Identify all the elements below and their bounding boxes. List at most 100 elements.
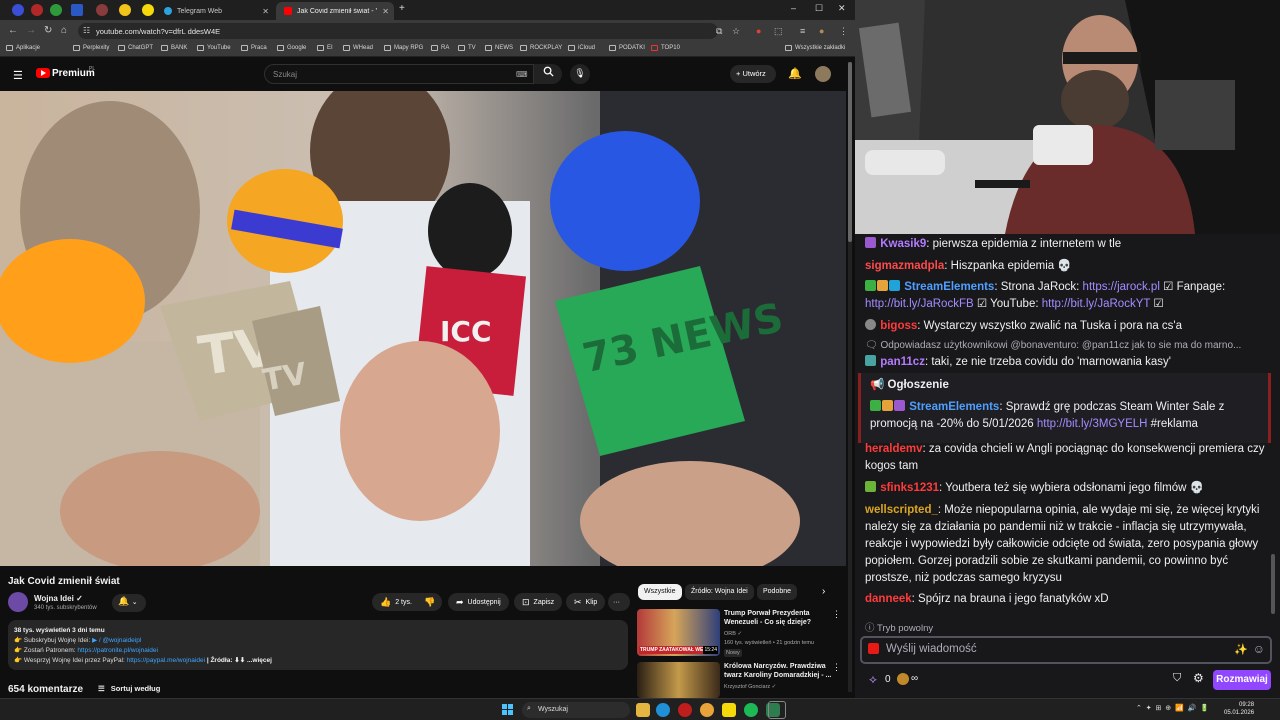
chat-link[interactable]: http://bit.ly/3MGYELH (1037, 418, 1148, 430)
pinned-tab-icon[interactable] (119, 4, 131, 16)
chat-username[interactable]: heraldemv (865, 443, 923, 455)
more-actions-button[interactable]: ··· (608, 593, 630, 611)
chip-source[interactable]: Źródło: Wojna Idei (685, 584, 754, 600)
subscription-bell-button[interactable]: 🔔 ⌄ (112, 594, 146, 612)
chip-similar[interactable]: Podobne (757, 584, 798, 600)
pinned-tab-icon[interactable] (12, 4, 24, 16)
channel-points-icon[interactable] (897, 673, 909, 685)
close-tab-icon[interactable]: ✕ (382, 7, 389, 16)
chat-username[interactable]: wellscripted_ (865, 504, 938, 516)
bookmark-item[interactable]: Praca (241, 45, 267, 51)
search-button[interactable] (534, 64, 562, 84)
extension-icon[interactable]: ● (756, 26, 761, 36)
more-vert-icon[interactable]: ⋮ (832, 609, 841, 620)
emote-picker-icon[interactable]: ☺ (1253, 642, 1265, 656)
bookmark-item[interactable]: Mapy RPG (384, 45, 423, 51)
chat-username[interactable]: StreamElements (904, 281, 994, 293)
avatar[interactable] (815, 66, 831, 82)
video-thumbnail[interactable]: TRUMP ZAATAKOWAŁ WEN 15:24 (637, 609, 720, 656)
desc-link[interactable]: https://patronite.pl/wojnaidei (77, 647, 158, 654)
reply-context[interactable]: 🗨 Odpowiadasz użytkownikowi @bonaventuro… (865, 340, 1270, 351)
extensions-puzzle-icon[interactable]: ⬚ (774, 26, 783, 37)
bookmark-item[interactable]: ROCKPLAY (520, 45, 562, 51)
save-button[interactable]: ⊡ Zapisz (514, 593, 563, 611)
search-input[interactable]: Szukaj (264, 64, 534, 84)
bookmark-item[interactable]: Aplikacje (6, 45, 40, 51)
youtube-logo-icon[interactable] (36, 68, 50, 78)
clip-button[interactable]: ✂ Klip (566, 593, 606, 611)
browser-menu-icon[interactable]: ⋮ (839, 26, 848, 37)
tab-youtube[interactable]: Jak Covid zmienił świat - Yo ✕ (276, 2, 394, 20)
shield-icon[interactable]: ⛉ (1173, 672, 1181, 685)
new-tab-button[interactable]: + (399, 3, 405, 14)
star-icon[interactable]: ☆ (732, 26, 740, 37)
bookmark-item[interactable]: EI (317, 45, 333, 51)
chat-link[interactable]: http://bit.ly/JaRockYT (1042, 298, 1150, 310)
pinned-tab-icon[interactable] (31, 4, 43, 16)
bookmark-item[interactable]: iCloud (568, 45, 595, 51)
bookmark-item[interactable]: YouTube (197, 45, 231, 51)
thumbs-up-icon[interactable]: 👍 (380, 597, 391, 608)
chat-input[interactable]: Wyślij wiadomość ✨ ☺ (860, 636, 1272, 664)
chat-username[interactable]: StreamElements (909, 401, 999, 413)
sort-comments-button[interactable]: ☰ Sortuj według (98, 684, 160, 693)
clock[interactable]: 09:28 05.01.2026 (1224, 701, 1254, 717)
gear-icon[interactable]: ⚙ (1193, 671, 1204, 685)
create-button[interactable]: + Utwórz (730, 65, 776, 83)
bookmark-item[interactable]: Google (277, 45, 306, 51)
desc-link[interactable]: https://paypal.me/wojnaidei (127, 657, 205, 664)
voice-search-button[interactable]: 🎙 (570, 64, 590, 84)
reload-icon[interactable]: ↻ (44, 25, 52, 36)
bookmark-item[interactable]: TV (458, 45, 476, 51)
bookmark-item[interactable]: WHead (343, 45, 373, 51)
close-tab-icon[interactable]: ✕ (262, 7, 269, 16)
keyboard-icon[interactable]: ⌨ (516, 70, 528, 79)
show-more[interactable]: | Źródła: ⬇⬇ ...więcej (205, 657, 272, 664)
bookmark-item[interactable]: NEWS (485, 45, 513, 51)
page-scrollbar-thumb[interactable] (848, 62, 852, 242)
pinned-tab-icon[interactable] (142, 4, 154, 16)
chat-username[interactable]: Kwasik9 (880, 238, 926, 250)
back-arrow-icon[interactable]: ← (8, 25, 18, 36)
pinned-tab-icon[interactable] (71, 4, 83, 16)
tab-telegram[interactable]: Telegram Web ✕ (156, 2, 274, 20)
media-control-icon[interactable]: ≡ (800, 26, 805, 36)
url-field[interactable]: youtube.com/watch?v=dfrL ddesW4E (78, 23, 718, 39)
notifications-bell-icon[interactable]: 🔔 (788, 67, 802, 80)
channel-name[interactable]: Wojna Idei ✓ (34, 594, 83, 603)
windows-start-icon[interactable] (502, 704, 514, 716)
chat-link[interactable]: https://jarock.pl (1083, 281, 1160, 293)
install-icon[interactable]: ⧉ (716, 26, 722, 37)
channel-avatar[interactable] (8, 592, 28, 612)
system-tray[interactable]: ⌃ ✦ ⊞ ⊕ 📶 🔊 🔋 (1136, 704, 1209, 712)
bookmark-item[interactable]: TOP10 (651, 45, 680, 51)
chat-send-button[interactable]: Rozmawiaj (1213, 670, 1271, 690)
opera-icon[interactable] (678, 703, 692, 717)
share-button[interactable]: ➦ Udostępnij (448, 593, 509, 611)
bookmark-item[interactable]: Perplexity (73, 45, 109, 51)
bookmark-item[interactable]: BANK (161, 45, 187, 51)
profile-icon[interactable]: ● (819, 26, 824, 36)
forward-arrow-icon[interactable]: → (26, 25, 36, 36)
bookmark-item[interactable]: RA (431, 45, 449, 51)
chrome-icon[interactable] (700, 703, 714, 717)
video-description[interactable]: 38 tys. wyświetleń 3 dni temu 👉 Subskryb… (8, 620, 628, 670)
more-vert-icon[interactable]: ⋮ (832, 662, 841, 673)
chip-all[interactable]: Wszystkie (638, 584, 682, 600)
desc-link[interactable]: ▶ / @wojnaideipl (92, 637, 141, 644)
chat-username[interactable]: bigoss (880, 320, 917, 332)
camera-icon[interactable] (868, 643, 879, 654)
bits-icon[interactable]: ⟡ (869, 672, 877, 687)
taskbar-search[interactable]: ⌕ Wyszukaj (522, 702, 630, 718)
bookmark-item[interactable]: PODATKI (609, 45, 645, 51)
chat-username[interactable]: pan11cz (880, 356, 925, 368)
like-count[interactable]: 2 tys. (395, 599, 412, 606)
close-window-button[interactable]: ✕ (838, 3, 846, 14)
chat-username[interactable]: sigmazmadpla (865, 260, 944, 272)
maximize-button[interactable]: ☐ (815, 3, 823, 14)
pinned-tab-icon[interactable] (96, 4, 108, 16)
edge-icon[interactable] (656, 703, 670, 717)
video-player[interactable]: TV TV ICC 73 NEWS (0, 91, 846, 566)
file-explorer-icon[interactable] (636, 703, 650, 717)
notes-icon[interactable] (722, 703, 736, 717)
